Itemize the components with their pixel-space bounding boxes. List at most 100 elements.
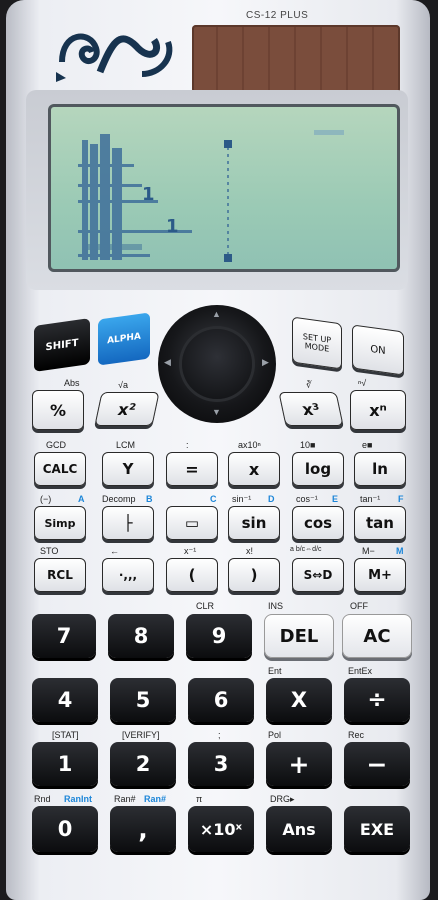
on-button[interactable]: ON: [352, 324, 404, 376]
x-power-button[interactable]: xⁿ: [350, 390, 406, 430]
var-c-label: C: [210, 494, 217, 504]
key-2[interactable]: 2: [110, 742, 176, 786]
m-plus-button[interactable]: M+: [354, 558, 406, 592]
model-name: CS-12 PLUS: [246, 10, 309, 21]
simp-button[interactable]: Simp: [34, 506, 86, 540]
abs-label: Abs: [64, 378, 80, 388]
var-f-label: F: [398, 494, 404, 504]
right-arrow-icon[interactable]: ▶: [262, 357, 269, 368]
s-d-button[interactable]: S⇔D: [292, 558, 344, 592]
display-digit-one-a: 1: [142, 184, 155, 205]
ran-alt-label: Ran#: [144, 794, 167, 804]
semicolon-label: ;: [218, 730, 221, 740]
exe-button[interactable]: EXE: [344, 806, 410, 852]
key-5[interactable]: 5: [110, 678, 176, 722]
sin-button[interactable]: sin: [228, 506, 280, 540]
key-8[interactable]: 8: [108, 614, 174, 658]
sqrt-label: √a: [118, 380, 128, 390]
ans-button[interactable]: Ans: [266, 806, 332, 852]
percent-button[interactable]: %: [32, 390, 84, 430]
y-button[interactable]: Y: [102, 452, 154, 486]
comma-button[interactable]: ,: [110, 806, 176, 852]
decomp-label: Decomp: [102, 494, 136, 504]
calc-button[interactable]: CALC: [34, 452, 86, 486]
up-arrow-icon[interactable]: ▲: [212, 309, 221, 319]
arccos-label: cos⁻¹: [296, 494, 318, 504]
drg-label: DRG▸: [270, 794, 295, 804]
plus-button[interactable]: +: [266, 742, 332, 786]
stat-label: [STAT]: [52, 730, 79, 740]
key-4[interactable]: 4: [32, 678, 98, 722]
mixed-fraction-button[interactable]: ▭: [166, 506, 218, 540]
var-d-label: D: [268, 494, 275, 504]
var-b-label: B: [146, 494, 153, 504]
rec-label: Rec: [348, 730, 365, 740]
close-paren-button[interactable]: ): [228, 558, 280, 592]
tan-button[interactable]: tan: [354, 506, 406, 540]
e-power-label: e■: [362, 440, 373, 450]
equals-button[interactable]: =: [166, 452, 218, 486]
divide-button[interactable]: ÷: [344, 678, 410, 722]
key-0[interactable]: 0: [32, 806, 98, 852]
backspace-label: ←: [110, 546, 119, 556]
ran-label: Ran#: [114, 794, 136, 804]
factorial-label: x!: [246, 546, 254, 556]
degree-button[interactable]: ·,,,: [102, 558, 154, 592]
var-e-label: E: [332, 494, 339, 504]
key-7[interactable]: 7: [32, 614, 96, 658]
ent-label: Ent: [268, 666, 282, 676]
shift-button[interactable]: SHIFT: [34, 318, 90, 372]
open-paren-button[interactable]: (: [166, 558, 218, 592]
x-squared-button[interactable]: x²: [94, 392, 160, 426]
nth-root-label: ⁿ√: [358, 378, 367, 388]
clr-label: CLR: [196, 601, 215, 611]
entex-label: EntEx: [348, 666, 373, 676]
fraction-button[interactable]: ├: [102, 506, 154, 540]
cube-root-label: ∛: [306, 380, 312, 390]
times-ten-power-button[interactable]: ×10ˣ: [188, 806, 254, 852]
x-button[interactable]: x: [228, 452, 280, 486]
minus-button[interactable]: −: [344, 742, 410, 786]
colon-label: :: [186, 440, 189, 450]
lcm-label: LCM: [116, 440, 136, 450]
setup-mode-button[interactable]: SET UP MODE: [292, 316, 342, 370]
pol-label: Pol: [268, 730, 282, 740]
cos-button[interactable]: cos: [292, 506, 344, 540]
m-minus-label: M−: [362, 546, 375, 556]
lcd-display: 1 1: [48, 104, 400, 272]
negative-label: (−): [40, 494, 52, 504]
var-m-label: M: [396, 546, 404, 556]
dpad-center: [182, 329, 252, 399]
key-6[interactable]: 6: [188, 678, 254, 722]
display-graphics: [78, 130, 344, 262]
alpha-button[interactable]: ALPHA: [98, 312, 150, 366]
left-arrow-icon[interactable]: ◀: [164, 357, 171, 368]
x-cubed-button[interactable]: x³: [278, 392, 344, 426]
log-button[interactable]: log: [292, 452, 344, 486]
reciprocal-label: x⁻¹: [184, 546, 197, 556]
arctan-label: tan⁻¹: [360, 494, 381, 504]
key-1[interactable]: 1: [32, 742, 98, 786]
ten-power-label: 10■: [300, 440, 316, 450]
pi-label: π: [196, 794, 203, 804]
solar-panel: [192, 25, 400, 93]
calculator-body: CS-12 PLUS 1 1 SHIFT ALPHA ▲ ▼ ◀ ▶ SET U…: [6, 0, 430, 900]
rcl-button[interactable]: RCL: [34, 558, 86, 592]
arcsin-label: sin⁻¹: [232, 494, 252, 504]
gcd-label: GCD: [46, 440, 66, 450]
multiply-button[interactable]: X: [266, 678, 332, 722]
off-label: OFF: [350, 601, 368, 611]
key-3[interactable]: 3: [188, 742, 254, 786]
del-button[interactable]: DEL: [264, 614, 334, 658]
rnd-label: Rnd: [34, 794, 51, 804]
ln-button[interactable]: ln: [354, 452, 406, 486]
ax10n-label: ax10ⁿ: [238, 440, 261, 450]
replay-dpad[interactable]: ▲ ▼ ◀ ▶: [158, 305, 276, 423]
key-9[interactable]: 9: [186, 614, 252, 658]
ranint-label: RanInt: [64, 794, 92, 804]
ac-button[interactable]: AC: [342, 614, 412, 658]
ins-label: INS: [268, 601, 284, 611]
down-arrow-icon[interactable]: ▼: [212, 407, 221, 417]
sto-label: STO: [40, 546, 59, 556]
display-digit-one-b: 1: [166, 216, 179, 237]
